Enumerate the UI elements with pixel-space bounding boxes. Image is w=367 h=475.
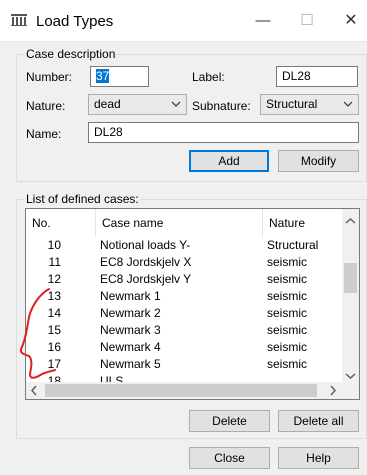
- vertical-scroll-thumb[interactable]: [344, 263, 357, 293]
- nature-value: dead: [94, 97, 121, 111]
- row-nature: seismic: [267, 289, 308, 303]
- table-row[interactable]: 15 Newmark 3 seismic: [26, 322, 342, 339]
- row-nature: seismic: [267, 340, 308, 354]
- table-row[interactable]: 10 Notional loads Y- Structural: [26, 237, 342, 254]
- row-number: 11: [48, 255, 61, 269]
- row-number: 12: [47, 272, 61, 286]
- row-case-name: Newmark 4: [100, 340, 161, 354]
- number-label: Number:: [26, 70, 73, 84]
- chevron-down-icon: [343, 101, 353, 107]
- row-nature: seismic: [267, 255, 308, 269]
- minimize-icon[interactable]: —: [248, 8, 278, 34]
- label-field[interactable]: DL28: [276, 66, 358, 87]
- row-number: 16: [47, 340, 61, 354]
- load-types-app-icon: [11, 14, 27, 26]
- name-label: Name:: [26, 127, 62, 141]
- horizontal-scroll-thumb[interactable]: [45, 384, 317, 397]
- scroll-left-icon[interactable]: [26, 382, 43, 399]
- row-nature: seismic: [267, 357, 308, 371]
- table-row[interactable]: 16 Newmark 4 seismic: [26, 339, 342, 356]
- chevron-down-icon: [171, 101, 181, 107]
- close-icon[interactable]: ✕: [336, 8, 366, 34]
- row-case-name: EC8 Jordskjelv Y: [100, 272, 192, 286]
- subnature-value: Structural: [266, 97, 318, 111]
- label-label: Label:: [192, 70, 225, 84]
- row-case-name: Newmark 5: [100, 357, 161, 371]
- subnature-label: Subnature:: [192, 99, 251, 113]
- row-case-name: Newmark 2: [100, 306, 161, 320]
- add-button[interactable]: Add: [189, 150, 269, 172]
- help-button[interactable]: Help: [278, 447, 359, 469]
- number-field[interactable]: 37: [90, 66, 149, 87]
- modify-button[interactable]: Modify: [278, 150, 359, 172]
- close-button[interactable]: Close: [189, 447, 270, 469]
- column-header-nature[interactable]: Nature: [263, 209, 342, 237]
- row-number: 15: [47, 323, 61, 337]
- horizontal-scrollbar[interactable]: [26, 382, 342, 399]
- vertical-scrollbar[interactable]: [342, 209, 359, 384]
- row-case-name: Notional loads Y-: [100, 238, 191, 252]
- table-row[interactable]: 14 Newmark 2 seismic: [26, 305, 342, 322]
- window-title: Load Types: [36, 13, 114, 30]
- row-number: 17: [47, 357, 61, 371]
- delete-button[interactable]: Delete: [189, 410, 270, 432]
- list-header: No. Case name Nature: [26, 209, 342, 237]
- table-row[interactable]: 11 EC8 Jordskjelv X seismic: [26, 254, 342, 271]
- scroll-corner: [342, 382, 359, 399]
- row-number: 14: [47, 306, 61, 320]
- table-row[interactable]: 17 Newmark 5 seismic: [26, 356, 342, 373]
- name-field[interactable]: DL28: [88, 122, 359, 143]
- table-row[interactable]: 13 Newmark 1 seismic: [26, 288, 342, 305]
- row-case-name: Newmark 1: [100, 289, 161, 303]
- number-value: 37: [96, 69, 110, 83]
- cases-list-legend: List of defined cases:: [24, 192, 141, 206]
- delete-all-button[interactable]: Delete all: [278, 410, 359, 432]
- title-bar: Load Types — ☐ ✕: [0, 0, 367, 42]
- row-nature: seismic: [267, 272, 308, 286]
- scroll-up-icon[interactable]: [342, 213, 359, 230]
- row-case-name: Newmark 3: [100, 323, 161, 337]
- cases-list[interactable]: No. Case name Nature 10 Notional loads Y-…: [25, 208, 360, 400]
- nature-select[interactable]: dead: [88, 94, 187, 115]
- row-number: 10: [47, 238, 61, 252]
- nature-label: Nature:: [26, 99, 66, 113]
- maximize-icon[interactable]: ☐: [292, 8, 322, 34]
- row-nature: seismic: [267, 306, 308, 320]
- row-nature: seismic: [267, 323, 308, 337]
- row-case-name: EC8 Jordskjelv X: [100, 255, 192, 269]
- column-header-no[interactable]: No.: [26, 209, 96, 237]
- row-number: 13: [47, 289, 61, 303]
- table-row[interactable]: 12 EC8 Jordskjelv Y seismic: [26, 271, 342, 288]
- case-description-legend: Case description: [24, 47, 118, 61]
- scroll-right-icon[interactable]: [324, 382, 341, 399]
- row-nature: Structural: [267, 238, 319, 252]
- subnature-select[interactable]: Structural: [260, 94, 359, 115]
- column-header-case-name[interactable]: Case name: [96, 209, 263, 237]
